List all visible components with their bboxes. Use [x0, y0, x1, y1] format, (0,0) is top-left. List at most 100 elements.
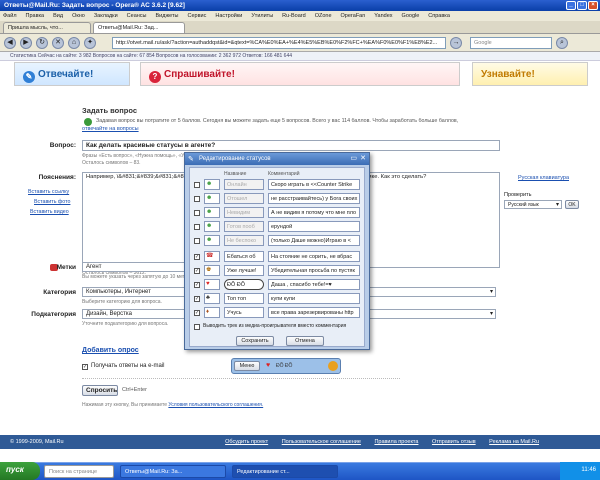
- menu-settings[interactable]: Настройки: [215, 13, 242, 19]
- menu-view[interactable]: Вид: [53, 13, 63, 19]
- status-name[interactable]: Готов пооб: [224, 221, 264, 232]
- status-icon-select[interactable]: ♥: [204, 279, 220, 290]
- close-button[interactable]: ×: [588, 1, 598, 10]
- status-icon-select[interactable]: ♚: [204, 265, 220, 276]
- menu-help[interactable]: Справка: [428, 13, 450, 19]
- status-checkbox[interactable]: ✓: [194, 254, 200, 260]
- footer-link-ads[interactable]: Реклама на Mail.Ru: [489, 439, 539, 445]
- status-name[interactable]: ÐÕ ÐÕ: [224, 279, 264, 290]
- footer-link-feedback[interactable]: Отправить отзыв: [432, 439, 476, 445]
- cancel-button[interactable]: Отмена: [286, 336, 324, 346]
- keyboard-link[interactable]: Русская клавиатура: [518, 175, 569, 181]
- status-comment[interactable]: (только Даше можно)Играю в <: [268, 235, 360, 246]
- address-field[interactable]: http://otvet.mail.ru/ask/?action=authadd…: [112, 37, 446, 49]
- status-name[interactable]: Учусь: [224, 307, 264, 318]
- menu-ozone[interactable]: OZone: [315, 13, 332, 19]
- menu-bookmarks[interactable]: Закладки: [94, 13, 118, 19]
- status-comment[interactable]: Скоро играть в <<Counter Strike: [268, 179, 360, 190]
- forward-icon[interactable]: ▶: [20, 37, 32, 49]
- status-comment[interactable]: купи купи: [268, 293, 360, 304]
- footer-link-agreement[interactable]: Пользовательское соглашение: [282, 439, 361, 445]
- status-comment[interactable]: На стояние не сорить, не вбрас: [268, 251, 360, 262]
- status-checkbox[interactable]: ✓: [194, 310, 200, 316]
- menu-utilities[interactable]: Утилиты: [251, 13, 273, 19]
- menu-widgets[interactable]: Виджеты: [156, 13, 179, 19]
- home-icon[interactable]: ⌂: [68, 37, 80, 49]
- minimize-button[interactable]: _: [566, 1, 576, 10]
- search-input[interactable]: Google: [470, 37, 552, 49]
- menu-yandex[interactable]: Yandex: [374, 13, 392, 19]
- status-icon-select[interactable]: ♣: [204, 293, 220, 304]
- status-name[interactable]: Онлайн: [224, 179, 264, 190]
- status-comment[interactable]: все права зарезервированы http: [268, 307, 360, 318]
- start-button[interactable]: пуск: [0, 462, 40, 480]
- wand-icon[interactable]: ✦: [84, 37, 96, 49]
- menu-edit[interactable]: Правка: [26, 13, 45, 19]
- dialog-minimize-button[interactable]: ▭: [350, 154, 357, 162]
- dialog-close-button[interactable]: ✕: [360, 154, 366, 162]
- footer-link-rules[interactable]: Правила проекта: [374, 439, 418, 445]
- status-icon-select[interactable]: ☻: [204, 193, 220, 204]
- status-icon-select[interactable]: ♦: [204, 307, 220, 318]
- status-checkbox[interactable]: [194, 196, 200, 202]
- status-name[interactable]: Не беспоко: [224, 235, 264, 246]
- status-comment[interactable]: Убедительная просьба по пустяк: [268, 265, 360, 276]
- status-icon-select[interactable]: ☻: [204, 179, 220, 190]
- agent-menu-button[interactable]: Меню: [234, 361, 260, 371]
- insert-photo[interactable]: Вставить фото: [34, 199, 70, 205]
- add-poll-link[interactable]: Добавить опрос: [82, 347, 139, 354]
- tab-thought[interactable]: Пришла мысль, что...: [3, 22, 91, 33]
- status-comment[interactable]: не расстраивайтесь) у Бога своих: [268, 193, 360, 204]
- status-icon-select[interactable]: ☎: [204, 251, 220, 262]
- email-checkbox[interactable]: ✓: [82, 364, 88, 370]
- reload-icon[interactable]: ↻: [36, 37, 48, 49]
- status-name[interactable]: Уже лучше!: [224, 265, 264, 276]
- tab-ask-question[interactable]: Ответы@Mail.Ru: Зад...: [93, 22, 185, 33]
- language-select[interactable]: Русский язык: [504, 200, 562, 209]
- answer-questions-link[interactable]: отвечайте на вопросы: [82, 126, 139, 132]
- search-icon[interactable]: ⌕: [556, 37, 568, 49]
- insert-link[interactable]: Вставить ссылку: [28, 189, 69, 195]
- menu-operafan[interactable]: OperaFan: [341, 13, 366, 19]
- status-checkbox[interactable]: ✓: [194, 282, 200, 288]
- status-checkbox[interactable]: ✓: [194, 296, 200, 302]
- status-name[interactable]: Топ топ: [224, 293, 264, 304]
- back-icon[interactable]: ◀: [4, 37, 16, 49]
- menu-ruboard[interactable]: Ru-Board: [282, 13, 306, 19]
- footer-link-discuss[interactable]: Обсудить проект: [225, 439, 268, 445]
- go-icon[interactable]: →: [450, 37, 462, 49]
- submit-button[interactable]: Спросить: [82, 385, 118, 396]
- status-checkbox[interactable]: [194, 238, 200, 244]
- menu-tools[interactable]: Сервис: [188, 13, 207, 19]
- taskbar-task-browser[interactable]: Ответы@Mail.Ru: За...: [120, 465, 226, 478]
- taskbar-search[interactable]: Поиск на странице: [44, 465, 114, 478]
- menu-window[interactable]: Окно: [72, 13, 85, 19]
- question-input[interactable]: Как делать красивые статусы в агенте?: [82, 140, 500, 151]
- status-comment[interactable]: Даша , спасибо тебе!=♥: [268, 279, 360, 290]
- terms-link[interactable]: Условия пользовательского соглашения.: [168, 402, 263, 408]
- status-checkbox[interactable]: [194, 224, 200, 230]
- menu-file[interactable]: Файл: [3, 13, 17, 19]
- learn-banner[interactable]: Узнавайте!: [472, 62, 588, 86]
- save-button[interactable]: Сохранить: [236, 336, 274, 346]
- status-comment[interactable]: ерундой: [268, 221, 360, 232]
- taskbar-task-dialog[interactable]: Редактирование ст...: [232, 465, 338, 478]
- tags-input[interactable]: Агент: [82, 262, 192, 272]
- trek-checkbox[interactable]: [194, 324, 200, 330]
- status-icon-select[interactable]: ☻: [204, 235, 220, 246]
- status-comment[interactable]: А не видим я потому что мне пло: [268, 207, 360, 218]
- menu-sessions[interactable]: Сеансы: [127, 13, 147, 19]
- status-icon-select[interactable]: ☻: [204, 207, 220, 218]
- status-name[interactable]: Отошел: [224, 193, 264, 204]
- status-checkbox[interactable]: [194, 182, 200, 188]
- smile-icon[interactable]: [328, 361, 338, 371]
- stop-icon[interactable]: ✕: [52, 37, 64, 49]
- ok-button[interactable]: OK: [565, 200, 579, 209]
- menu-google[interactable]: Google: [402, 13, 420, 19]
- insert-video[interactable]: Вставить видео: [30, 209, 69, 215]
- status-icon-select[interactable]: ☻: [204, 221, 220, 232]
- ask-banner[interactable]: ? Спрашивайте!: [140, 62, 460, 86]
- status-checkbox[interactable]: [194, 210, 200, 216]
- status-name[interactable]: Ебаться об: [224, 251, 264, 262]
- status-checkbox[interactable]: ✓: [194, 268, 200, 274]
